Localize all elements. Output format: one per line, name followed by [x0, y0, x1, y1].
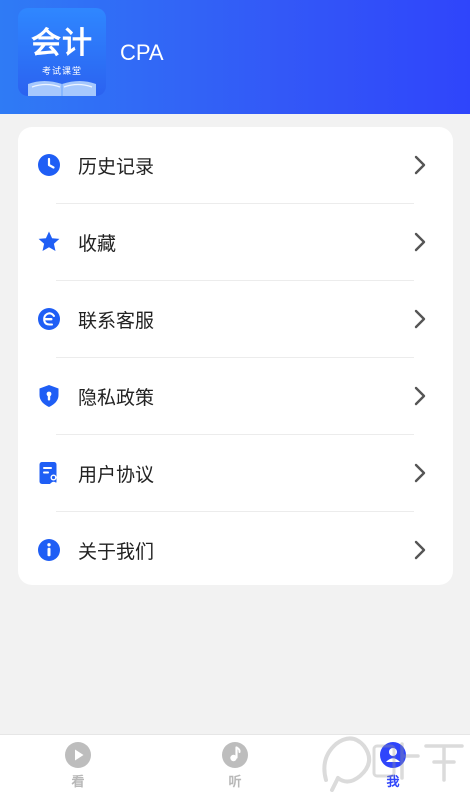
play-icon	[65, 742, 91, 768]
chevron-right-icon	[414, 232, 426, 252]
menu-item-privacy-policy[interactable]: 隐私政策	[18, 358, 453, 434]
logo-subtitle: 考试课堂	[41, 67, 82, 77]
book-icon	[28, 81, 96, 96]
app-name: CPA	[120, 40, 164, 65]
music-note-icon	[222, 742, 248, 768]
tab-listen[interactable]: 听	[195, 735, 275, 795]
info-icon	[38, 539, 60, 561]
profile-header: 会计 考试课堂 CPA	[0, 0, 470, 114]
app-logo: 会计 考试课堂	[18, 8, 106, 96]
menu-item-label: 隐私政策	[78, 387, 155, 409]
chevron-right-icon	[414, 155, 426, 175]
menu-item-label: 收藏	[78, 233, 117, 255]
menu-item-customer-service[interactable]: 联系客服	[18, 281, 453, 357]
chevron-right-icon	[414, 463, 426, 483]
menu-item-user-agreement[interactable]: 用户协议	[18, 435, 453, 511]
tab-watch[interactable]: 看	[38, 735, 118, 795]
star-icon	[38, 231, 60, 251]
menu-card: 历史记录 收藏 联系客服 隐私政策 用户协议 关于我们	[18, 127, 453, 585]
menu-item-favorites[interactable]: 收藏	[18, 204, 453, 280]
menu-item-label: 联系客服	[78, 310, 155, 332]
chevron-right-icon	[414, 386, 426, 406]
menu-item-label: 历史记录	[78, 156, 155, 178]
document-icon	[39, 462, 58, 484]
clock-icon	[38, 154, 60, 176]
profile-page: 会计 考试课堂 CPA 历史记录 收藏 联系客服 隐私政策 用户协议 关于我们 …	[0, 0, 470, 795]
menu-item-about-us[interactable]: 关于我们	[18, 512, 453, 588]
shield-icon	[39, 385, 59, 407]
menu-item-label: 用户协议	[78, 464, 155, 486]
watermark-logo	[322, 736, 464, 792]
chevron-right-icon	[414, 309, 426, 329]
tab-label: 看	[71, 775, 85, 790]
headset-icon	[38, 308, 60, 330]
menu-item-history[interactable]: 历史记录	[18, 127, 453, 203]
chevron-right-icon	[414, 540, 426, 560]
menu-item-label: 关于我们	[78, 541, 155, 563]
tab-label: 听	[228, 775, 242, 790]
logo-title: 会计	[31, 26, 93, 61]
